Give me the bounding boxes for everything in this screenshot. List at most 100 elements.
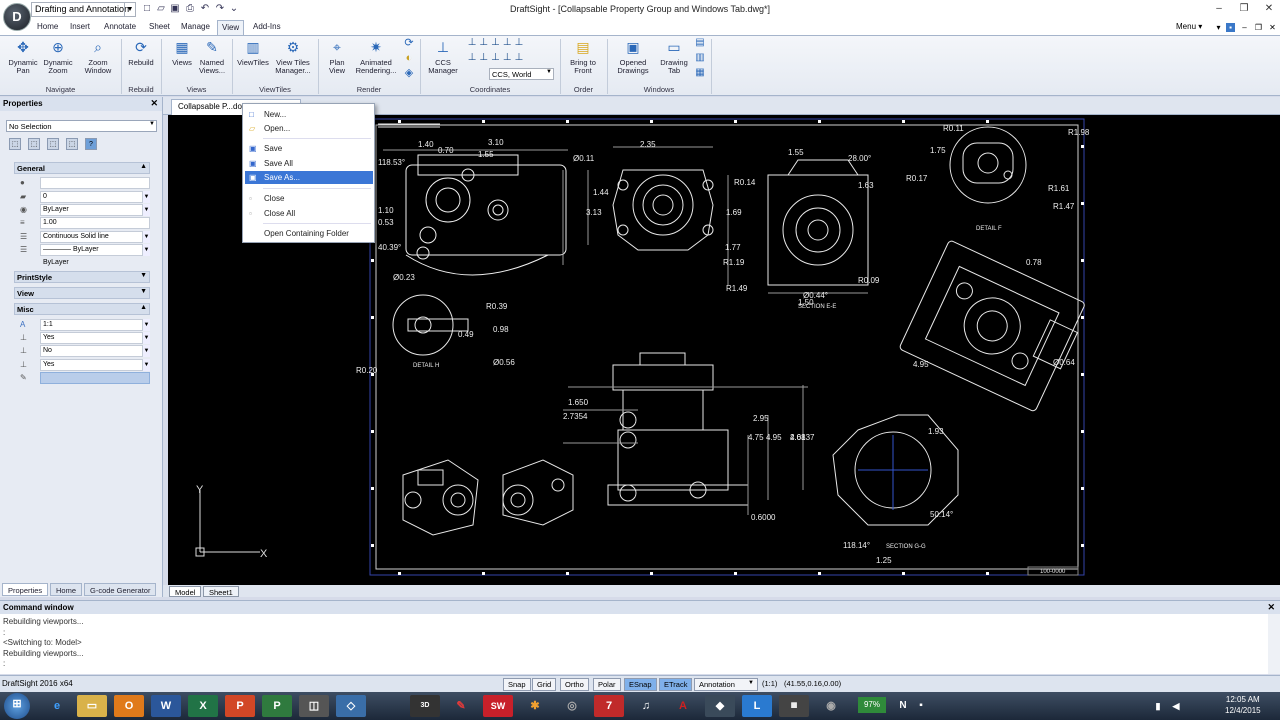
quick-select-icon[interactable]: ⬚	[28, 138, 40, 150]
cascade-icon[interactable]: ▦	[693, 68, 707, 78]
opened-drawings-button[interactable]: ▣ Opened Drawings	[612, 38, 654, 75]
clock[interactable]: 12:05 AM 12/4/2015	[1225, 694, 1261, 716]
start-button[interactable]: ⊞	[4, 693, 30, 719]
property-row-linestyle[interactable]: ☰ Continuous Solid line ▼	[20, 231, 150, 243]
rebuild-button[interactable]: ⟳ Rebuild	[124, 38, 158, 67]
app-icon[interactable]: ✎	[446, 695, 476, 717]
menu-button[interactable]: Menu ▾	[1176, 22, 1202, 31]
word-icon[interactable]: W	[151, 695, 181, 717]
app-icon[interactable]: ◉	[816, 695, 846, 717]
ccs-axis-icon[interactable]: ⊥⊥⊥⊥⊥	[465, 53, 529, 63]
menu-item-save-as[interactable]: ▣ Save As...	[245, 171, 373, 184]
minimize-icon[interactable]: –	[1212, 3, 1226, 15]
menu-item-new[interactable]: □ New...	[245, 108, 373, 121]
tab-insert[interactable]: Insert	[66, 20, 94, 35]
tab-model[interactable]: Model	[169, 586, 202, 597]
powerpoint-icon[interactable]: P	[225, 695, 255, 717]
internet-explorer-icon[interactable]: e	[42, 695, 72, 717]
render-material-icon[interactable]: ◈	[402, 68, 416, 79]
tile-horizontal-icon[interactable]: ▤	[693, 38, 707, 48]
named-views-button[interactable]: ✎ Named Views...	[196, 38, 228, 75]
help-dropdown-icon[interactable]: ▾	[1214, 23, 1223, 32]
tab-gcode-generator[interactable]: G-code Generator	[84, 583, 157, 596]
ribbon-minimize-icon[interactable]: –	[1240, 23, 1249, 32]
category-general[interactable]: General ▲	[14, 162, 150, 174]
tab-sheet[interactable]: Sheet	[145, 20, 174, 35]
annotation-dropdown[interactable]: Annotation ▼	[694, 678, 758, 691]
command-history[interactable]: Rebuilding viewports... : <Switching to:…	[0, 614, 1268, 674]
app-icon[interactable]: ◫	[299, 695, 329, 717]
plan-view-button[interactable]: ⌖ Plan View	[321, 38, 353, 75]
app-icon[interactable]: 7	[594, 695, 624, 717]
selection-dropdown[interactable]: No Selection ▼	[6, 120, 157, 132]
menu-item-open-folder[interactable]: Open Containing Folder	[245, 227, 373, 240]
lync-icon[interactable]: L	[742, 695, 772, 717]
menu-item-close[interactable]: ▫ Close	[245, 192, 373, 205]
battery-indicator[interactable]: 97%	[858, 697, 886, 713]
views-button[interactable]: ▦ Views	[167, 38, 197, 67]
tab-add-ins[interactable]: Add-Ins	[249, 20, 285, 35]
property-row-linecolor[interactable]: ◉ ByLayer ▼	[20, 204, 150, 216]
viewtiles-button[interactable]: ▥ ViewTiles	[235, 38, 271, 67]
property-row-color[interactable]: ●	[20, 177, 150, 189]
select-objects-icon[interactable]: ⬚	[9, 138, 21, 150]
tile-vertical-icon[interactable]: ▥	[693, 53, 707, 63]
close-icon[interactable]: ✕	[150, 98, 158, 109]
viewtiles-manager-button[interactable]: ⚙ View Tiles Manager...	[272, 38, 314, 75]
property-row-ccs-icon-on[interactable]: ⊥ Yes ▼	[20, 332, 150, 344]
app-icon[interactable]: ◇	[336, 695, 366, 717]
toggle-pickadd-icon[interactable]: ⬚	[47, 138, 59, 150]
tray-icon[interactable]: ▪	[913, 695, 929, 717]
bring-to-front-button[interactable]: ▤ Bring to Front	[563, 38, 603, 75]
tab-home-palette[interactable]: Home	[50, 583, 83, 596]
dynamic-pan-button[interactable]: ✥ Dynamic Pan	[6, 38, 40, 75]
restore-icon[interactable]: ❐	[1237, 3, 1251, 15]
esnap-toggle[interactable]: ESnap	[624, 678, 657, 691]
grid-toggle[interactable]: Grid	[532, 678, 557, 691]
ortho-toggle[interactable]: Ortho	[560, 678, 589, 691]
filter-icon[interactable]: ⬚	[66, 138, 78, 150]
network-icon[interactable]: ▮	[1150, 695, 1166, 717]
itunes-icon[interactable]: ♫	[631, 695, 661, 717]
help-icon[interactable]: ?	[85, 138, 97, 150]
ribbon-restore-icon[interactable]: ❐	[1254, 23, 1263, 32]
category-misc[interactable]: Misc ▲	[14, 303, 150, 315]
ccs-manager-button[interactable]: ⊥ CCS Manager	[424, 38, 462, 75]
property-row-printstyle[interactable]: ByLayer	[20, 257, 150, 269]
property-row-annotation-scale[interactable]: A 1:1 ▼	[20, 319, 150, 331]
ccs-tools-icon[interactable]: ⊥⊥⊥⊥⊥	[465, 38, 529, 48]
volume-icon[interactable]: ◀	[1168, 695, 1184, 717]
app-icon[interactable]: ◎	[557, 695, 587, 717]
tab-properties[interactable]: Properties	[2, 583, 49, 596]
close-icon[interactable]: ✕	[1267, 602, 1275, 613]
close-icon[interactable]: ✕	[1262, 3, 1276, 15]
property-row-selected[interactable]: ✎	[20, 372, 150, 384]
tab-view[interactable]: View	[217, 20, 245, 35]
menu-item-save[interactable]: ▣ Save	[245, 142, 373, 155]
drawing-tab-button[interactable]: ▭ Drawing Tab	[656, 38, 692, 75]
dynamic-zoom-button[interactable]: ⊕ Dynamic Zoom	[41, 38, 75, 75]
render-light-icon[interactable]: ◐	[402, 53, 416, 64]
ribbon-close-icon[interactable]: ✕	[1268, 23, 1277, 32]
draftsight-icon[interactable]: ◆	[705, 695, 735, 717]
render-refresh-icon[interactable]: ⟳	[402, 38, 416, 49]
menu-item-save-all[interactable]: ▣ Save All	[245, 157, 373, 170]
app-icon[interactable]: ✱	[520, 695, 550, 717]
tab-home[interactable]: Home	[33, 20, 62, 35]
window-icon[interactable]: ▪	[1226, 23, 1235, 32]
app-icon[interactable]: ▦	[779, 695, 809, 717]
etrack-toggle[interactable]: ETrack	[659, 678, 693, 691]
property-row-lineweight[interactable]: ☰ ———— ByLayer ▼	[20, 244, 150, 256]
menu-item-close-all[interactable]: ▫ Close All	[245, 207, 373, 220]
3dvia-icon[interactable]: 3D	[410, 695, 440, 717]
property-row-scale[interactable]: ≡ 1.00	[20, 217, 150, 229]
tab-sheet1[interactable]: Sheet1	[203, 586, 239, 597]
snap-toggle[interactable]: Snap	[503, 678, 531, 691]
tab-manage[interactable]: Manage	[177, 20, 214, 35]
app-logo[interactable]: D	[3, 3, 31, 31]
property-row-ccs-origin[interactable]: ⊥ No ▼	[20, 345, 150, 357]
solidworks-icon[interactable]: SW	[483, 695, 513, 717]
onenote-tray-icon[interactable]: N	[895, 695, 911, 717]
category-printstyle[interactable]: PrintStyle ▼	[14, 271, 150, 283]
excel-icon[interactable]: X	[188, 695, 218, 717]
